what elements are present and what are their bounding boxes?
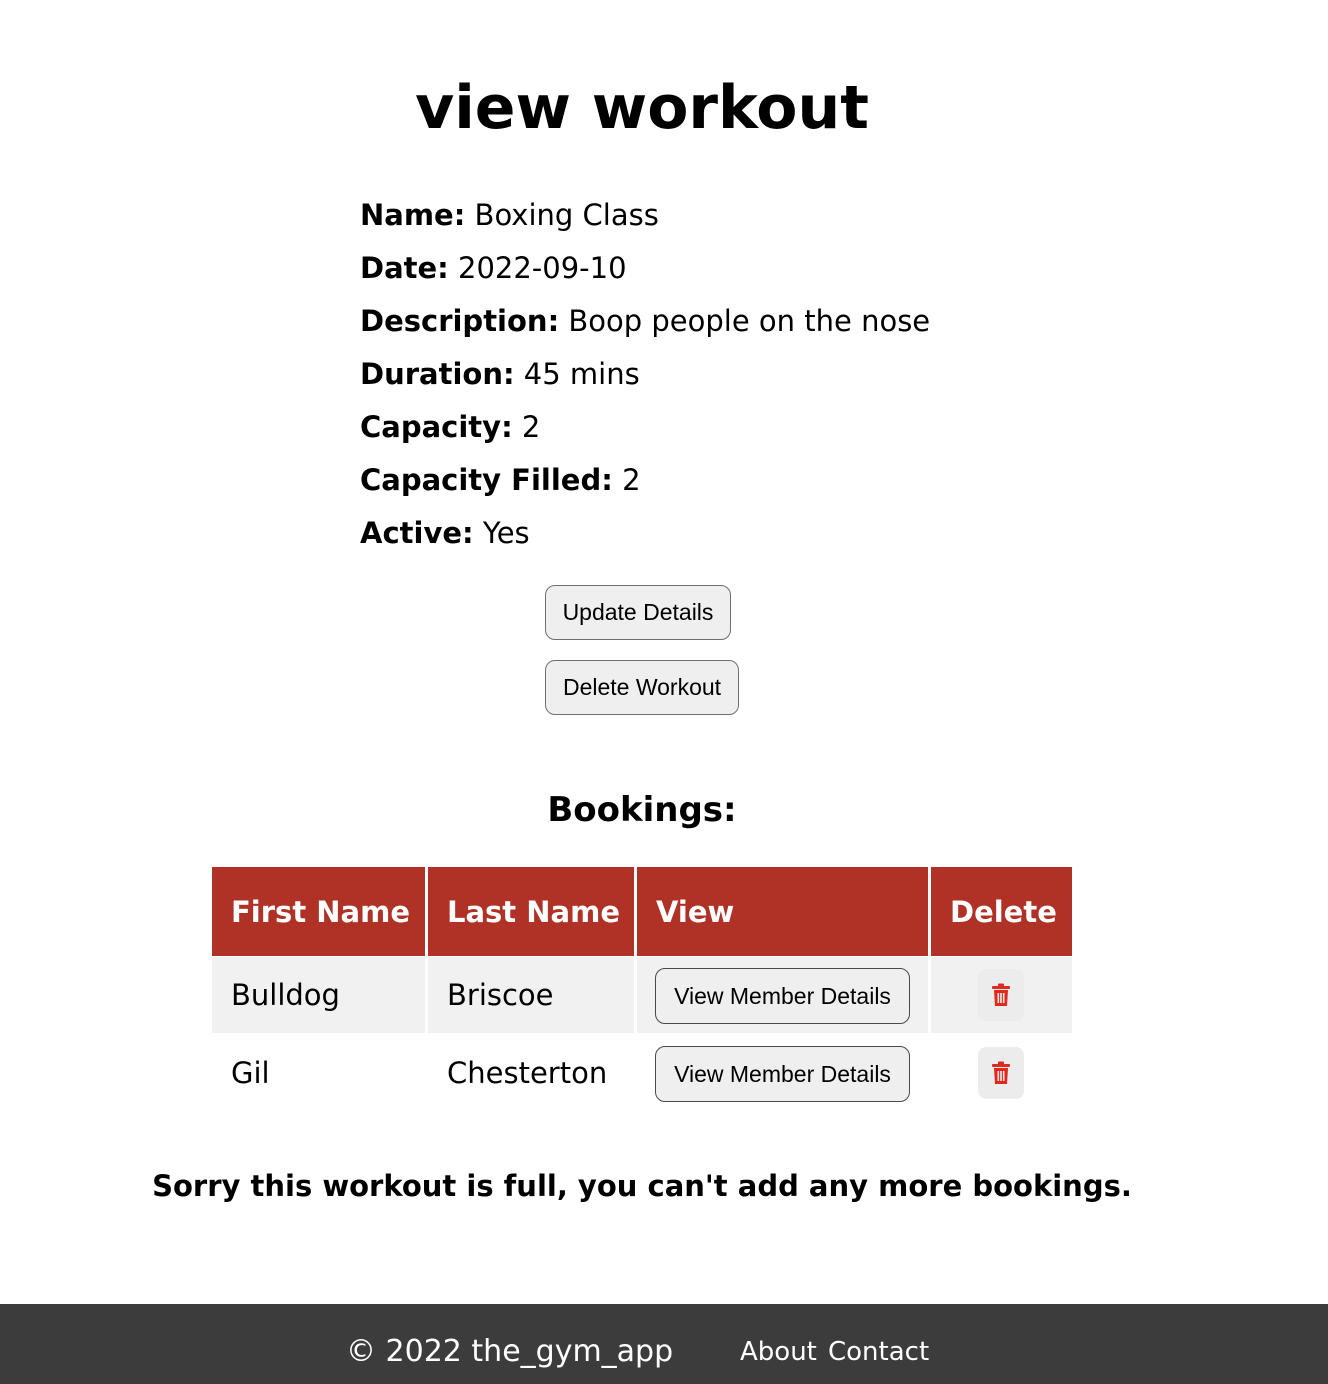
detail-duration: Duration: 45 mins [360,357,640,391]
detail-name: Name: Boxing Class [360,198,659,232]
trash-icon [992,1061,1010,1084]
detail-date: Date: 2022-09-10 [360,251,627,285]
delete-booking-button[interactable] [978,969,1024,1021]
header-last-name: Last Name [428,867,634,956]
footer-link-contact[interactable]: Contact [828,1334,929,1370]
header-first-name: First Name [212,867,425,956]
cell-last-name: Briscoe [428,957,634,1033]
cell-first-name: Gil [231,1056,270,1090]
workout-details: Name: Boxing Class Date: 2022-09-10 Desc… [360,196,930,567]
detail-capacity-filled: Capacity Filled: 2 [360,463,641,497]
cell-last-name: Chesterton [447,1056,608,1090]
delete-booking-button[interactable] [978,1047,1024,1099]
detail-capacity: Capacity: 2 [360,410,541,444]
update-details-button[interactable]: Update Details [545,585,731,640]
view-member-details-button[interactable]: View Member Details [655,968,910,1024]
detail-description: Description: Boop people on the nose [360,304,931,338]
delete-workout-button[interactable]: Delete Workout [545,660,739,715]
header-delete: Delete [931,867,1072,956]
trash-icon [992,983,1010,1006]
workout-full-message: Sorry this workout is full, you can't ad… [152,1169,1132,1203]
page-title: view workout [415,73,869,143]
detail-active: Active: Yes [360,516,530,550]
footer: © 2022 the_gym_app About Contact [0,1304,1328,1384]
cell-first-name: Bulldog [212,957,425,1033]
view-member-details-button[interactable]: View Member Details [655,1046,910,1102]
footer-copyright: © 2022 the_gym_app [346,1334,674,1369]
footer-link-about[interactable]: About [740,1334,817,1370]
bookings-title: Bookings: [547,790,737,830]
header-view: View [637,867,928,956]
